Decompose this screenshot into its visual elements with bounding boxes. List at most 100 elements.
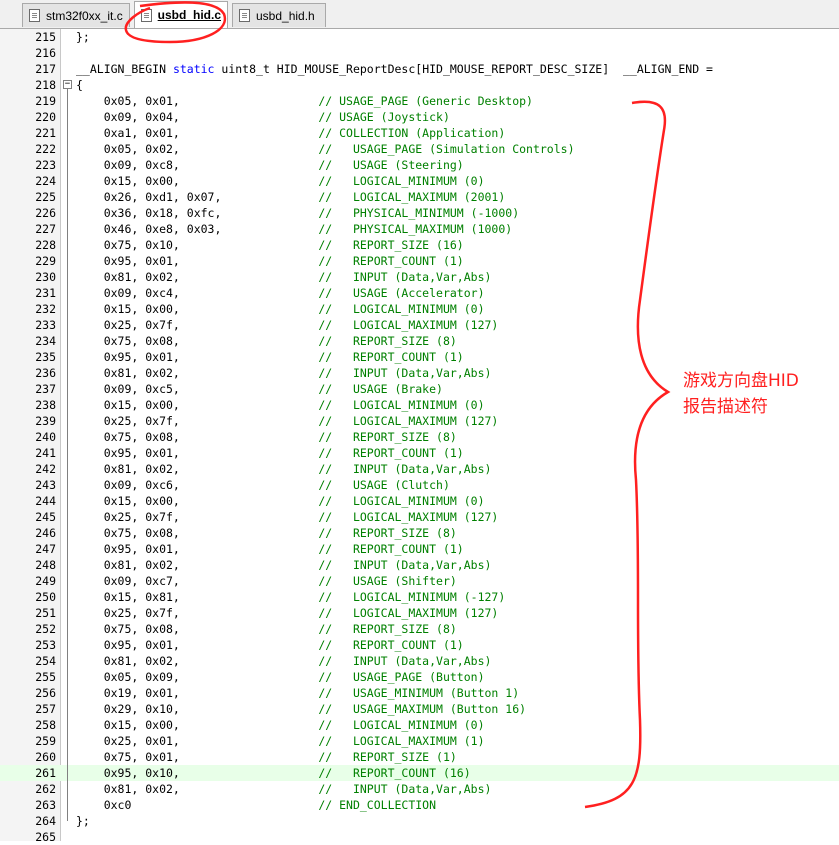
line-number: 246 bbox=[35, 526, 56, 540]
line-number: 228 bbox=[35, 238, 56, 252]
code-tokens: __ALIGN_BEGIN static uint8_t HID_MOUSE_R… bbox=[76, 62, 713, 76]
code-line[interactable]: 245 0x25, 0x7f, // LOGICAL_MAXIMUM (127) bbox=[0, 509, 839, 525]
code-tokens: 0x09, 0xc5, bbox=[76, 382, 319, 396]
code-line[interactable]: 243 0x09, 0xc6, // USAGE (Clutch) bbox=[0, 477, 839, 493]
code-comment: // REPORT_COUNT (1) bbox=[318, 254, 464, 268]
code-line[interactable]: 252 0x75, 0x08, // REPORT_SIZE (8) bbox=[0, 621, 839, 637]
code-tokens: }; bbox=[76, 814, 90, 828]
line-number: 254 bbox=[35, 654, 56, 668]
code-line[interactable]: 258 0x15, 0x00, // LOGICAL_MINIMUM (0) bbox=[0, 717, 839, 733]
code-line[interactable]: 226 0x36, 0x18, 0xfc, // PHYSICAL_MINIMU… bbox=[0, 205, 839, 221]
line-number: 243 bbox=[35, 478, 56, 492]
code-text: 0x15, 0x00, // LOGICAL_MINIMUM (0) bbox=[76, 173, 485, 189]
code-text: 0x05, 0x02, // USAGE_PAGE (Simulation Co… bbox=[76, 141, 575, 157]
code-tokens: 0x46, 0xe8, 0x03, bbox=[76, 222, 319, 236]
code-tokens: }; bbox=[76, 30, 90, 44]
code-line[interactable]: 246 0x75, 0x08, // REPORT_SIZE (8) bbox=[0, 525, 839, 541]
code-line[interactable]: 242 0x81, 0x02, // INPUT (Data,Var,Abs) bbox=[0, 461, 839, 477]
code-text: 0x81, 0x02, // INPUT (Data,Var,Abs) bbox=[76, 781, 492, 797]
code-line[interactable]: 225 0x26, 0xd1, 0x07, // LOGICAL_MAXIMUM… bbox=[0, 189, 839, 205]
code-line[interactable]: 249 0x09, 0xc7, // USAGE (Shifter) bbox=[0, 573, 839, 589]
code-text: 0x25, 0x7f, // LOGICAL_MAXIMUM (127) bbox=[76, 605, 499, 621]
code-tokens: 0xc0 bbox=[76, 798, 319, 812]
line-number: 260 bbox=[35, 750, 56, 764]
code-tokens: 0x15, 0x00, bbox=[76, 494, 319, 508]
code-line[interactable]: 218 { bbox=[0, 77, 839, 93]
code-text: 0x29, 0x10, // USAGE_MAXIMUM (Button 16) bbox=[76, 701, 526, 717]
tab-stm32f0xx-it-c[interactable]: stm32f0xx_it.c bbox=[22, 3, 130, 27]
code-line[interactable]: 254 0x81, 0x02, // INPUT (Data,Var,Abs) bbox=[0, 653, 839, 669]
code-line[interactable]: 229 0x95, 0x01, // REPORT_COUNT (1) bbox=[0, 253, 839, 269]
line-number: 238 bbox=[35, 398, 56, 412]
code-comment: // LOGICAL_MAXIMUM (127) bbox=[318, 606, 499, 620]
code-text: 0x25, 0x7f, // LOGICAL_MAXIMUM (127) bbox=[76, 509, 499, 525]
code-line[interactable]: 259 0x25, 0x01, // LOGICAL_MAXIMUM (1) bbox=[0, 733, 839, 749]
line-number: 231 bbox=[35, 286, 56, 300]
tab-usbd-hid-c[interactable]: usbd_hid.c bbox=[134, 1, 228, 28]
code-line[interactable]: 260 0x75, 0x01, // REPORT_SIZE (1) bbox=[0, 749, 839, 765]
code-line[interactable]: 233 0x25, 0x7f, // LOGICAL_MAXIMUM (127) bbox=[0, 317, 839, 333]
line-number: 225 bbox=[35, 190, 56, 204]
code-text: 0x75, 0x08, // REPORT_SIZE (8) bbox=[76, 333, 457, 349]
code-line[interactable]: 220 0x09, 0x04, // USAGE (Joystick) bbox=[0, 109, 839, 125]
line-number: 229 bbox=[35, 254, 56, 268]
code-text: 0x05, 0x01, // USAGE_PAGE (Generic Deskt… bbox=[76, 93, 533, 109]
code-line[interactable]: 235 0x95, 0x01, // REPORT_COUNT (1) bbox=[0, 349, 839, 365]
code-tokens: 0x09, 0x04, bbox=[76, 110, 319, 124]
code-line[interactable]: 228 0x75, 0x10, // REPORT_SIZE (16) bbox=[0, 237, 839, 253]
code-comment: // USAGE (Clutch) bbox=[318, 478, 450, 492]
code-line[interactable]: 240 0x75, 0x08, // REPORT_SIZE (8) bbox=[0, 429, 839, 445]
code-comment: // PHYSICAL_MINIMUM (-1000) bbox=[318, 206, 520, 220]
code-comment: // LOGICAL_MINIMUM (-127) bbox=[318, 590, 506, 604]
code-tokens: { bbox=[76, 78, 83, 92]
code-line[interactable]: 222 0x05, 0x02, // USAGE_PAGE (Simulatio… bbox=[0, 141, 839, 157]
code-line[interactable]: 264}; bbox=[0, 813, 839, 829]
tab-usbd-hid-h[interactable]: usbd_hid.h bbox=[232, 3, 326, 27]
code-text: 0x05, 0x09, // USAGE_PAGE (Button) bbox=[76, 669, 485, 685]
code-text: 0x09, 0xc4, // USAGE (Accelerator) bbox=[76, 285, 485, 301]
code-line[interactable]: 263 0xc0 // END_COLLECTION bbox=[0, 797, 839, 813]
code-line[interactable]: 231 0x09, 0xc4, // USAGE (Accelerator) bbox=[0, 285, 839, 301]
code-tokens: 0x05, 0x02, bbox=[76, 142, 319, 156]
code-editor[interactable]: 215}; 216 217 __ALIGN_BEGIN static uint8_t … bbox=[0, 29, 839, 844]
code-line[interactable]: 247 0x95, 0x01, // REPORT_COUNT (1) bbox=[0, 541, 839, 557]
code-tokens: 0x81, 0x02, bbox=[76, 654, 319, 668]
code-line[interactable]: 241 0x95, 0x01, // REPORT_COUNT (1) bbox=[0, 445, 839, 461]
line-number: 222 bbox=[35, 142, 56, 156]
code-line[interactable]: 217 __ALIGN_BEGIN static uint8_t HID_MOUS… bbox=[0, 61, 839, 77]
code-line[interactable]: 265 bbox=[0, 829, 839, 845]
code-comment: // LOGICAL_MAXIMUM (1) bbox=[318, 734, 485, 748]
fold-toggle[interactable]: − bbox=[63, 80, 72, 89]
code-text: 0x75, 0x10, // REPORT_SIZE (16) bbox=[76, 237, 464, 253]
code-line[interactable]: 257 0x29, 0x10, // USAGE_MAXIMUM (Button… bbox=[0, 701, 839, 717]
code-line[interactable]: 244 0x15, 0x00, // LOGICAL_MINIMUM (0) bbox=[0, 493, 839, 509]
code-line[interactable]: 250 0x15, 0x81, // LOGICAL_MINIMUM (-127… bbox=[0, 589, 839, 605]
code-line[interactable]: 261 0x95, 0x10, // REPORT_COUNT (16) bbox=[0, 765, 839, 781]
code-line[interactable]: 227 0x46, 0xe8, 0x03, // PHYSICAL_MAXIMU… bbox=[0, 221, 839, 237]
code-line[interactable]: 262 0x81, 0x02, // INPUT (Data,Var,Abs) bbox=[0, 781, 839, 797]
code-line[interactable]: 248 0x81, 0x02, // INPUT (Data,Var,Abs) bbox=[0, 557, 839, 573]
code-line[interactable]: 215}; bbox=[0, 29, 839, 45]
code-line[interactable]: 253 0x95, 0x01, // REPORT_COUNT (1) bbox=[0, 637, 839, 653]
code-line[interactable]: 216 bbox=[0, 45, 839, 61]
code-text: 0x81, 0x02, // INPUT (Data,Var,Abs) bbox=[76, 557, 492, 573]
code-tokens: 0x09, 0xc6, bbox=[76, 478, 319, 492]
code-line[interactable]: 219 0x05, 0x01, // USAGE_PAGE (Generic D… bbox=[0, 93, 839, 109]
code-line[interactable]: 221 0xa1, 0x01, // COLLECTION (Applicati… bbox=[0, 125, 839, 141]
code-text: 0x09, 0xc6, // USAGE (Clutch) bbox=[76, 477, 450, 493]
code-line[interactable]: 255 0x05, 0x09, // USAGE_PAGE (Button) bbox=[0, 669, 839, 685]
line-number: 234 bbox=[35, 334, 56, 348]
code-tokens: 0x29, 0x10, bbox=[76, 702, 319, 716]
code-line[interactable]: 256 0x19, 0x01, // USAGE_MINIMUM (Button… bbox=[0, 685, 839, 701]
line-number: 261 bbox=[35, 766, 56, 780]
code-text: 0x15, 0x00, // LOGICAL_MINIMUM (0) bbox=[76, 397, 485, 413]
code-line[interactable]: 224 0x15, 0x00, // LOGICAL_MINIMUM (0) bbox=[0, 173, 839, 189]
code-line[interactable]: 230 0x81, 0x02, // INPUT (Data,Var,Abs) bbox=[0, 269, 839, 285]
code-comment: // REPORT_SIZE (8) bbox=[318, 526, 457, 540]
code-line[interactable]: 232 0x15, 0x00, // LOGICAL_MINIMUM (0) bbox=[0, 301, 839, 317]
code-line[interactable]: 223 0x09, 0xc8, // USAGE (Steering) bbox=[0, 157, 839, 173]
code-line[interactable]: 251 0x25, 0x7f, // LOGICAL_MAXIMUM (127) bbox=[0, 605, 839, 621]
line-number: 240 bbox=[35, 430, 56, 444]
code-tokens: 0x26, 0xd1, 0x07, bbox=[76, 190, 319, 204]
code-line[interactable]: 234 0x75, 0x08, // REPORT_SIZE (8) bbox=[0, 333, 839, 349]
